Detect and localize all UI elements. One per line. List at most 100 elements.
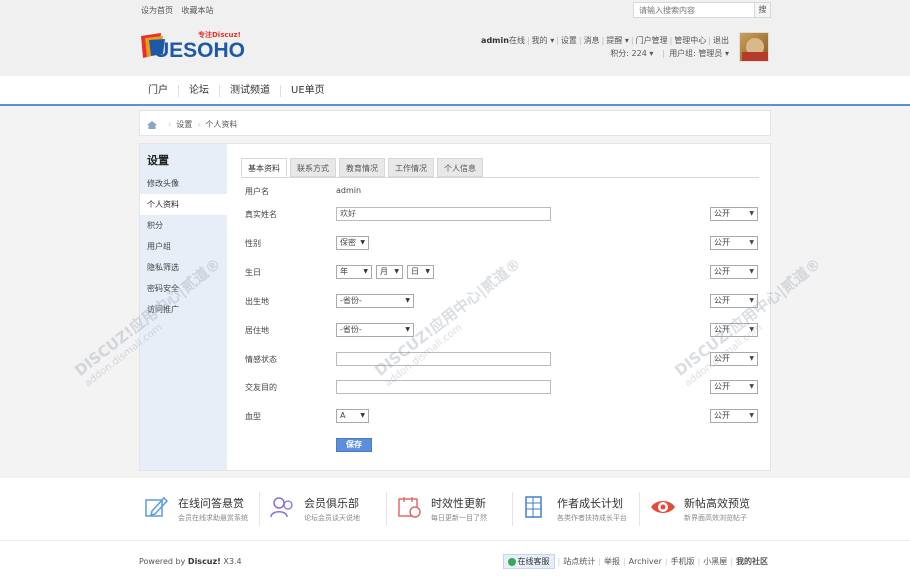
save-button[interactable]: 保存 [336, 438, 372, 452]
calendar-icon [398, 497, 421, 518]
footer-link-blacklist[interactable]: 小黑屋 [703, 556, 727, 567]
main-panel: 设置 修改头像 个人资料 积分 用户组 隐私筛选 密码安全 访问推广 基本资料 … [71, 143, 824, 471]
sidebar-item-promotion[interactable]: 访问推广 [140, 299, 227, 320]
online-consult-button[interactable]: 在线客服 [502, 554, 555, 569]
admin-center-link[interactable]: 管理中心 [674, 36, 706, 45]
row-lookingfor: 交友目的 公开 ▼ [245, 379, 765, 397]
username-label: 用户名 [245, 187, 269, 196]
portal-admin-link[interactable]: 门户管理 [636, 36, 668, 45]
sidebar-title: 设置 [147, 154, 169, 167]
birth-year-select[interactable]: 年 ▼ [336, 265, 372, 279]
residence-privacy-select[interactable]: 公开 ▼ [710, 323, 758, 337]
avatar[interactable] [739, 32, 769, 62]
birth-day-select[interactable]: 日 ▼ [407, 265, 434, 279]
points-link[interactable]: 积分: 224 [610, 49, 647, 58]
bloodtype-label: 血型 [245, 412, 261, 421]
row-username: 用户名 admin [245, 183, 765, 201]
sidebar-item-usergroup[interactable]: 用户组 [140, 236, 227, 257]
powered-by: Powered by Discuz! X3.4 [139, 557, 242, 566]
affective-privacy-select[interactable]: 公开 ▼ [710, 352, 758, 366]
settings-link[interactable]: 设置 [561, 36, 577, 45]
sidebar-item-password[interactable]: 密码安全 [140, 278, 227, 299]
user-info: admin在线 | 我的 ▾ | 设置 | 消息 | 提醒 ▾ | 门户管理 | 管理中心 | 退出 积分:… [481, 34, 729, 60]
row-birthday: 生日 年 ▼ 月 ▼ 日 ▼ 公开 ▼ [245, 264, 765, 282]
user-links-row: admin在线 | 我的 ▾ | 设置 | 消息 | 提醒 ▾ | 门户管理 | 管理中心 | 退出 [481, 36, 729, 45]
bloodtype-select[interactable]: A ▼ [336, 409, 369, 423]
logo-tag: 专注Discuz! [198, 31, 241, 39]
usergroup-link[interactable]: 用户组: 管理员 [669, 49, 722, 58]
footer-link-mobile[interactable]: 手机版 [671, 556, 695, 567]
row-residence: 居住地 -省份- ▼ 公开 ▼ [245, 322, 765, 340]
reminders-link[interactable]: 提醒 [606, 36, 622, 45]
realname-input[interactable]: 欢好 [336, 207, 551, 221]
residence-label: 居住地 [245, 326, 269, 335]
breadcrumb-arrow-icon: › [168, 120, 172, 129]
tab-work[interactable]: 工作情况 [388, 158, 434, 177]
profile-tabs: 基本资料 联系方式 教育情况 工作情况 个人信息 [241, 158, 486, 177]
birth-month-select[interactable]: 月 ▼ [376, 265, 403, 279]
logout-link[interactable]: 退出 [713, 36, 729, 45]
edit-icon [145, 496, 169, 517]
row-bloodtype: 血型 A ▼ 公开 ▼ [245, 408, 765, 426]
gender-select[interactable]: 保密 ▼ [336, 236, 369, 250]
breadcrumb-arrow-icon: › [197, 120, 201, 129]
settings-sidebar: 设置 修改头像 个人资料 积分 用户组 隐私筛选 密码安全 访问推广 [140, 144, 227, 470]
set-home-link[interactable]: 设为首页 [141, 6, 173, 15]
row-affective: 情感状态 公开 ▼ [245, 351, 765, 369]
birthplace-select[interactable]: -省份- ▼ [336, 294, 414, 308]
birthday-label: 生日 [245, 268, 261, 277]
nav-portal[interactable]: 门户 [140, 85, 178, 97]
sidebar-item-avatar[interactable]: 修改头像 [140, 173, 227, 194]
birthplace-label: 出生地 [245, 297, 269, 306]
tab-contact[interactable]: 联系方式 [290, 158, 336, 177]
breadcrumb: › 设置 › 个人资料 [139, 110, 771, 136]
home-icon[interactable] [147, 120, 157, 129]
messages-link[interactable]: 消息 [584, 36, 600, 45]
search-button[interactable]: 搜 [754, 3, 770, 17]
nav-ue-page[interactable]: UE单页 [280, 85, 335, 97]
tab-personal[interactable]: 个人信息 [437, 158, 483, 177]
username-value: admin [336, 186, 362, 195]
footer-links: 在线客服 | 站点统计 | 举报 | Archiver | 手机版 | 小黑屋 | 我的社区 [502, 554, 771, 569]
sidebar-item-credits[interactable]: 积分 [140, 215, 227, 236]
nav-test-channel[interactable]: 测试频道 [219, 85, 280, 97]
username-link[interactable]: admin [481, 36, 509, 45]
users-icon [270, 497, 293, 518]
birthplace-privacy-select[interactable]: 公开 ▼ [710, 294, 758, 308]
breadcrumb-profile: 个人资料 [205, 120, 238, 129]
realname-privacy-select[interactable]: 公开 ▼ [710, 207, 758, 221]
my-link[interactable]: 我的 [532, 36, 548, 45]
footer-link-archiver[interactable]: Archiver [629, 557, 662, 566]
eye-icon [651, 501, 675, 513]
tab-education[interactable]: 教育情况 [339, 158, 385, 177]
footer-link-stats[interactable]: 站点统计 [563, 556, 595, 567]
search-input[interactable] [634, 3, 752, 17]
chat-icon [507, 557, 516, 566]
discuz-link[interactable]: Discuz! [188, 557, 221, 566]
breadcrumb-settings[interactable]: 设置 [176, 119, 192, 130]
footer-link-report[interactable]: 举报 [604, 556, 620, 567]
feature-strip: 在线问答悬赏 会员在线求助悬赏系统 会员俱乐部 论坛会员谈天说地 时效性更新 每… [0, 478, 910, 540]
site-logo[interactable]: UESOHO 专注Discuz! [139, 30, 249, 70]
lookingfor-input[interactable] [336, 380, 551, 394]
affective-label: 情感状态 [245, 355, 277, 364]
residence-select[interactable]: -省份- ▼ [336, 323, 414, 337]
tab-divider [241, 177, 759, 178]
online-status: 在线 [508, 36, 525, 45]
nav-forum[interactable]: 论坛 [178, 85, 219, 97]
lookingfor-label: 交友目的 [245, 383, 277, 392]
realname-label: 真实姓名 [245, 210, 277, 219]
lookingfor-privacy-select[interactable]: 公开 ▼ [710, 380, 758, 394]
footer-link-community[interactable]: 我的社区 [736, 556, 768, 567]
logo-text: UESOHO [154, 39, 246, 62]
footer: Powered by Discuz! X3.4 在线客服 | 站点统计 | 举报 |… [0, 540, 910, 576]
tab-basic[interactable]: 基本资料 [241, 158, 287, 177]
gender-privacy-select[interactable]: 公开 ▼ [710, 236, 758, 250]
sidebar-item-profile[interactable]: 个人资料 [140, 194, 227, 215]
user-stats-row: 积分: 224 ▾ | 用户组: 管理员 ▾ [610, 49, 729, 58]
bloodtype-privacy-select[interactable]: 公开 ▼ [710, 409, 758, 423]
bookmark-link[interactable]: 收藏本站 [182, 6, 214, 15]
affective-input[interactable] [336, 352, 551, 366]
sidebar-item-privacy[interactable]: 隐私筛选 [140, 257, 227, 278]
birthday-privacy-select[interactable]: 公开 ▼ [710, 265, 758, 279]
